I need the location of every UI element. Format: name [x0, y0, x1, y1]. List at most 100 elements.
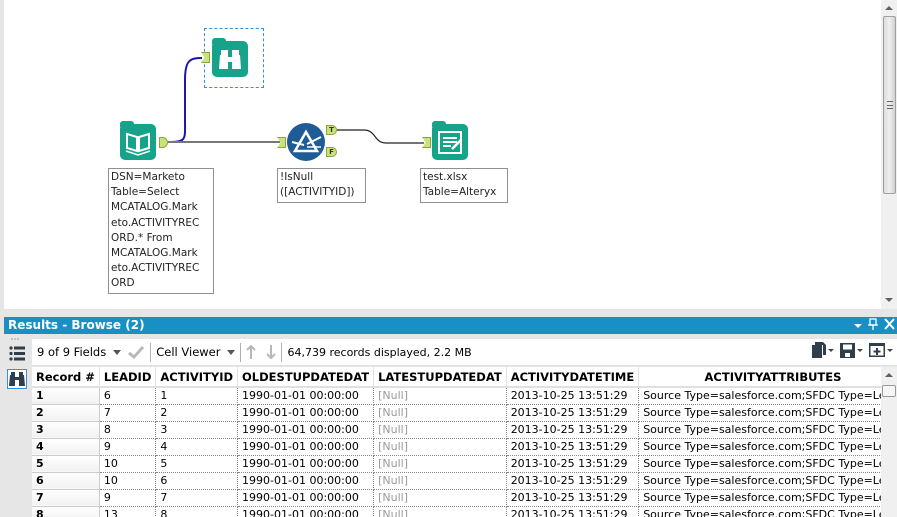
table-cell[interactable]: 9	[99, 438, 157, 456]
record-number-cell[interactable]: 5	[32, 455, 100, 473]
table-cell[interactable]: 1990-01-01 00:00:00	[237, 387, 375, 405]
table-row[interactable]: 7 9 7 1990-01-01 00:00:00 [Null] 2013-10-25 1…	[32, 489, 881, 507]
table-cell[interactable]: 2013-10-25 13:51:29	[506, 489, 640, 507]
table-cell[interactable]: [Null]	[373, 438, 507, 456]
table-cell[interactable]: Source Type=salesforce.com;SFDC Type=Lea…	[638, 455, 881, 473]
save-button[interactable]	[840, 342, 863, 358]
table-cell[interactable]: 1990-01-01 00:00:00	[237, 421, 375, 439]
connection-filter-true-to-output[interactable]	[337, 129, 424, 144]
table-cell[interactable]: 1990-01-01 00:00:00	[237, 455, 375, 473]
close-icon[interactable]	[884, 318, 895, 333]
table-cell[interactable]: 6	[155, 472, 239, 490]
canvas-vertical-scrollbar[interactable]	[881, 0, 897, 309]
table-cell[interactable]: Source Type=salesforce.com;SFDC Type=Lea…	[638, 421, 881, 439]
copy-button[interactable]	[812, 342, 834, 358]
table-cell[interactable]: 2013-10-25 13:51:29	[506, 506, 640, 517]
table-cell[interactable]: 1990-01-01 00:00:00	[237, 404, 375, 422]
arrow-up-icon[interactable]	[246, 345, 257, 359]
filter-false-anchor[interactable]: F	[326, 147, 337, 157]
table-cell[interactable]: [Null]	[373, 472, 507, 490]
table-cell[interactable]: 2013-10-25 13:51:29	[506, 421, 640, 439]
table-cell[interactable]: 1990-01-01 00:00:00	[237, 472, 375, 490]
table-cell[interactable]: 10	[99, 455, 157, 473]
scroll-up-arrow-icon[interactable]	[885, 6, 893, 10]
table-cell[interactable]: Source Type=salesforce.com;SFDC Type=Lea…	[638, 489, 881, 507]
table-cell[interactable]: 10	[99, 472, 157, 490]
scroll-down-arrow-icon[interactable]	[885, 298, 893, 302]
output-data-tool[interactable]	[432, 121, 468, 160]
apply-checkmark-icon[interactable]	[127, 345, 145, 359]
table-cell[interactable]: 13	[99, 506, 157, 517]
table-cell[interactable]: 2	[155, 404, 239, 422]
table-cell[interactable]: [Null]	[373, 455, 507, 473]
column-header-oldestupdatedat[interactable]: OLDESTUPDATEDAT	[237, 367, 375, 388]
input-data-tool[interactable]	[120, 121, 156, 160]
table-cell[interactable]: [Null]	[373, 421, 507, 439]
filter-true-anchor[interactable]: T	[326, 125, 337, 135]
column-header-latestupdatedat[interactable]: LATESTUPDATEDAT	[373, 367, 507, 388]
table-cell[interactable]: 5	[155, 455, 239, 473]
table-cell[interactable]: Source Type=salesforce.com;SFDC Type=Lea…	[638, 387, 881, 405]
column-header-activitydatetime[interactable]: ACTIVITYDATETIME	[506, 367, 640, 388]
table-row[interactable]: 8 13 8 1990-01-01 00:00:00 [Null] 2013-10-25 …	[32, 506, 881, 517]
cell-viewer-selector[interactable]: Cell Viewer	[151, 339, 240, 365]
table-row[interactable]: 4 9 4 1990-01-01 00:00:00 [Null] 2013-10-25 1…	[32, 438, 881, 456]
browse-binoculars-icon[interactable]	[7, 369, 27, 389]
table-cell[interactable]: [Null]	[373, 506, 507, 517]
fields-selector[interactable]: 9 of 9 Fields	[32, 339, 150, 365]
table-cell[interactable]: 2013-10-25 13:51:29	[506, 387, 640, 405]
table-row[interactable]: 2 7 2 1990-01-01 00:00:00 [Null] 2013-10-25 1…	[32, 404, 881, 422]
table-cell[interactable]: [Null]	[373, 387, 507, 405]
column-header-record[interactable]: Record #	[32, 367, 100, 388]
drag-handle-icon[interactable]	[11, 338, 19, 340]
browse-tool[interactable]	[212, 38, 248, 77]
table-cell[interactable]: Source Type=salesforce.com;SFDC Type=Lea…	[638, 472, 881, 490]
table-cell[interactable]: 4	[155, 438, 239, 456]
scroll-thumb[interactable]	[883, 16, 896, 194]
table-row[interactable]: 6 10 6 1990-01-01 00:00:00 [Null] 2013-10-25 …	[32, 472, 881, 490]
scroll-up-arrow-icon[interactable]	[885, 373, 893, 377]
table-cell[interactable]: 6	[99, 387, 157, 405]
record-number-cell[interactable]: 8	[32, 506, 100, 517]
arrow-down-icon[interactable]	[266, 345, 277, 359]
table-cell[interactable]: 9	[99, 489, 157, 507]
record-number-cell[interactable]: 3	[32, 421, 100, 439]
record-number-cell[interactable]: 1	[32, 387, 100, 405]
table-cell[interactable]: 2013-10-25 13:51:29	[506, 438, 640, 456]
table-cell[interactable]: 2013-10-25 13:51:29	[506, 404, 640, 422]
table-cell[interactable]: [Null]	[373, 489, 507, 507]
column-header-activityattributes[interactable]: ACTIVITYATTRIBUTES	[638, 367, 881, 388]
column-header-leadid[interactable]: LEADID	[99, 367, 157, 388]
pin-icon[interactable]	[868, 318, 878, 333]
table-row[interactable]: 1 6 1 1990-01-01 00:00:00 [Null] 2013-10-25 1…	[32, 387, 881, 405]
filter-tool[interactable]	[287, 123, 325, 161]
table-cell[interactable]: Source Type=salesforce.com;SFDC Type=Lea…	[638, 506, 881, 517]
table-cell[interactable]: 8	[99, 421, 157, 439]
table-cell[interactable]: 1990-01-01 00:00:00	[237, 489, 375, 507]
record-number-cell[interactable]: 6	[32, 472, 100, 490]
panel-menu-dropdown-icon[interactable]	[854, 323, 862, 328]
record-number-cell[interactable]: 7	[32, 489, 100, 507]
table-row[interactable]: 3 8 3 1990-01-01 00:00:00 [Null] 2013-10-25 1…	[32, 421, 881, 439]
table-cell[interactable]: 2013-10-25 13:51:29	[506, 472, 640, 490]
table-cell[interactable]: 2013-10-25 13:51:29	[506, 455, 640, 473]
workflow-canvas[interactable]: DSN=Marketo Table=Select MCATALOG.Mark e…	[4, 0, 881, 309]
grid-vertical-scrollbar[interactable]	[881, 367, 897, 517]
add-tool-button[interactable]	[869, 343, 893, 357]
record-number-cell[interactable]: 4	[32, 438, 100, 456]
table-cell[interactable]: 1990-01-01 00:00:00	[237, 438, 375, 456]
table-cell[interactable]: [Null]	[373, 404, 507, 422]
table-cell[interactable]: 1990-01-01 00:00:00	[237, 506, 375, 517]
results-data-grid[interactable]: Record # LEADID ACTIVITYID OLDESTUPDATEDAT L…	[32, 367, 881, 517]
record-number-cell[interactable]: 2	[32, 404, 100, 422]
table-cell[interactable]: 8	[155, 506, 239, 517]
table-row[interactable]: 5 10 5 1990-01-01 00:00:00 [Null] 2013-10-25 …	[32, 455, 881, 473]
table-cell[interactable]: 7	[155, 489, 239, 507]
table-cell[interactable]: 1	[155, 387, 239, 405]
table-cell[interactable]: Source Type=salesforce.com;SFDC Type=Lea…	[638, 438, 881, 456]
table-cell[interactable]: 7	[99, 404, 157, 422]
connection-input-to-browse[interactable]	[166, 57, 203, 143]
column-header-activityid[interactable]: ACTIVITYID	[155, 367, 239, 388]
table-cell[interactable]: Source Type=salesforce.com;SFDC Type=Lea…	[638, 404, 881, 422]
scroll-thumb[interactable]	[882, 385, 896, 397]
